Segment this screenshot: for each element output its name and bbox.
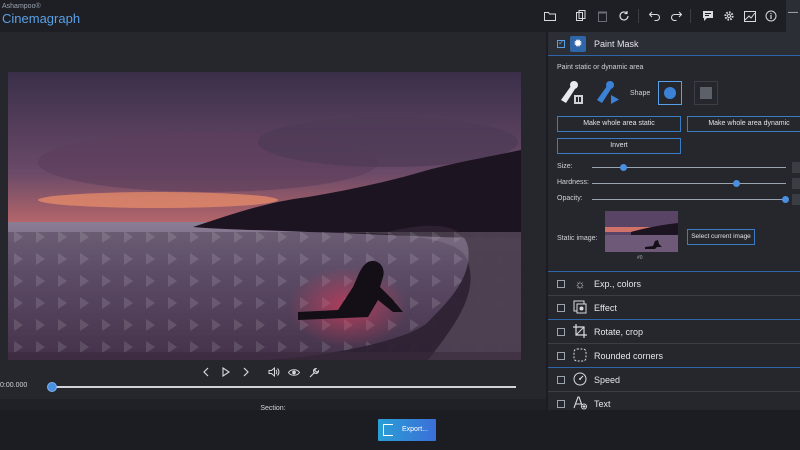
dynamic-brush-icon[interactable] bbox=[593, 78, 621, 106]
chart-icon[interactable] bbox=[741, 7, 759, 25]
folder-icon[interactable] bbox=[541, 7, 559, 25]
timeline-track[interactable] bbox=[52, 386, 516, 388]
hardness-label: Hardness: bbox=[557, 179, 589, 186]
editor-area: 0:00.000 Section: ‹ bbox=[0, 32, 546, 442]
paint-mask-title: Paint Mask bbox=[594, 39, 639, 49]
toolbar-separator bbox=[638, 9, 639, 23]
select-current-image-button[interactable]: Select current image bbox=[687, 229, 755, 245]
opacity-label: Opacity: bbox=[557, 195, 583, 202]
toolbar-separator bbox=[690, 9, 691, 23]
speedometer-icon bbox=[572, 372, 588, 388]
effect-row-speed[interactable]: Speed bbox=[548, 367, 800, 391]
hardness-slider[interactable] bbox=[592, 183, 786, 184]
effect-label: Rounded corners bbox=[594, 351, 664, 361]
make-static-button[interactable]: Make whole area static bbox=[557, 116, 681, 132]
effect-row-effect[interactable]: Effect bbox=[548, 295, 800, 319]
effect-label: Speed bbox=[594, 375, 621, 385]
settings-icon[interactable] bbox=[720, 7, 738, 25]
footer: Export... bbox=[0, 410, 800, 450]
eye-icon[interactable] bbox=[288, 365, 300, 379]
minimize-icon[interactable]: — bbox=[786, 0, 800, 32]
rounded-corners-checkbox[interactable] bbox=[557, 352, 565, 360]
crop-icon bbox=[572, 324, 588, 340]
circle-icon bbox=[664, 87, 676, 99]
effect-checkbox[interactable] bbox=[557, 304, 565, 312]
text-checkbox[interactable] bbox=[557, 400, 565, 408]
speed-checkbox[interactable] bbox=[557, 376, 565, 384]
info-icon[interactable] bbox=[762, 7, 780, 25]
make-dynamic-button[interactable]: Make whole area dynamic bbox=[687, 116, 800, 132]
undo-icon[interactable] bbox=[646, 7, 664, 25]
timeline-playhead[interactable] bbox=[47, 382, 57, 392]
export-icon bbox=[383, 424, 393, 436]
square-shape-button[interactable] bbox=[694, 81, 718, 105]
static-image-label: Static image: bbox=[557, 235, 598, 242]
size-label: Size: bbox=[557, 163, 573, 170]
static-image-thumbnail bbox=[605, 211, 678, 252]
paint-mask-icon: ✹ bbox=[570, 36, 586, 52]
opacity-slider-handle[interactable] bbox=[782, 196, 789, 203]
next-frame-icon[interactable] bbox=[240, 365, 252, 379]
effect-row-exposure[interactable]: ☼ Exp., colors bbox=[548, 271, 800, 295]
copy-icon[interactable] bbox=[572, 7, 590, 25]
export-button[interactable]: Export... bbox=[378, 419, 436, 441]
opacity-value-box[interactable] bbox=[792, 194, 800, 205]
effect-label: Text bbox=[594, 399, 611, 409]
effects-panel: ✹ Paint Mask Paint static or dynamic are… bbox=[548, 32, 800, 410]
reload-icon[interactable] bbox=[615, 7, 633, 25]
paint-mask-header[interactable]: ✹ Paint Mask bbox=[548, 32, 800, 56]
feedback-icon[interactable] bbox=[699, 7, 717, 25]
square-icon bbox=[700, 87, 712, 99]
rotate-crop-checkbox[interactable] bbox=[557, 328, 565, 336]
paint-mask-checkbox[interactable] bbox=[557, 38, 565, 48]
effect-row-rotate-crop[interactable]: Rotate, crop bbox=[548, 319, 800, 343]
effect-icon bbox=[572, 300, 588, 316]
frame-caption: #0 bbox=[637, 255, 643, 261]
exposure-checkbox[interactable] bbox=[557, 280, 565, 288]
play-icon[interactable] bbox=[220, 365, 232, 379]
timecode: 0:00.000 bbox=[0, 382, 28, 389]
video-preview[interactable] bbox=[8, 72, 521, 360]
static-brush-icon[interactable] bbox=[557, 78, 585, 106]
app-name: Cinemagraph bbox=[2, 11, 81, 26]
delete-icon[interactable] bbox=[593, 7, 611, 25]
hardness-value-box[interactable] bbox=[792, 178, 800, 189]
effect-label: Rotate, crop bbox=[594, 327, 644, 337]
paint-mask-subtitle: Paint static or dynamic area bbox=[557, 64, 644, 71]
shape-label: Shape bbox=[630, 90, 651, 97]
effect-label: Exp., colors bbox=[594, 279, 642, 289]
player-controls bbox=[200, 364, 320, 380]
sun-icon: ☼ bbox=[574, 277, 586, 291]
opacity-slider[interactable] bbox=[592, 199, 786, 200]
invert-button[interactable]: Invert bbox=[557, 138, 681, 154]
rounded-corners-icon bbox=[572, 348, 588, 364]
volume-icon[interactable] bbox=[268, 365, 280, 379]
export-label: Export... bbox=[402, 426, 429, 433]
vendor-name: Ashampoo® bbox=[2, 3, 41, 10]
redo-icon[interactable] bbox=[667, 7, 685, 25]
title-bar: Ashampoo® Cinemagraph — bbox=[0, 0, 800, 32]
size-value-box[interactable] bbox=[792, 162, 800, 173]
size-slider-handle[interactable] bbox=[620, 164, 627, 171]
hardness-slider-handle[interactable] bbox=[733, 180, 740, 187]
wrench-icon[interactable] bbox=[308, 365, 320, 379]
effect-row-rounded-corners[interactable]: Rounded corners bbox=[548, 343, 800, 367]
effect-label: Effect bbox=[594, 303, 617, 313]
previous-frame-icon[interactable] bbox=[200, 365, 212, 379]
app-brand: Ashampoo® Cinemagraph bbox=[2, 2, 80, 26]
circle-shape-button[interactable] bbox=[658, 81, 682, 105]
